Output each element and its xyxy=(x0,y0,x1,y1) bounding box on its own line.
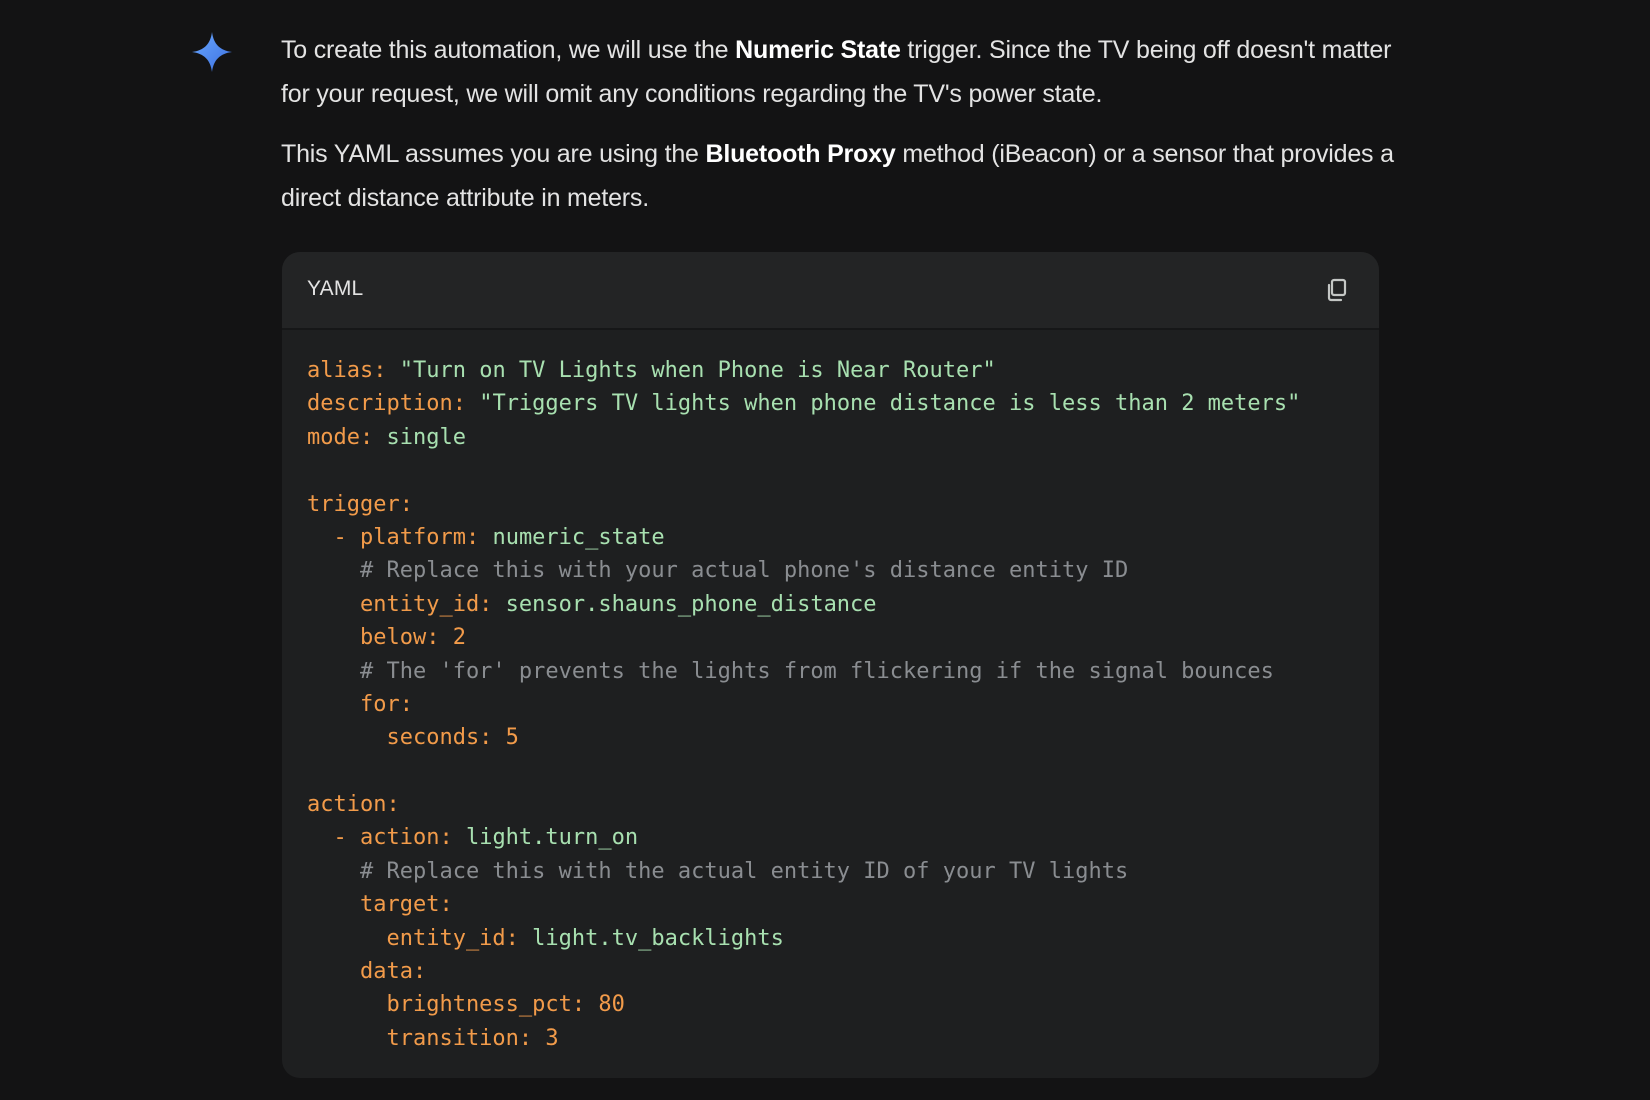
code-token: entity_id: xyxy=(307,925,519,951)
code-line: - platform: numeric_state xyxy=(307,521,1359,554)
code-line: seconds: 5 xyxy=(307,721,1359,754)
code-token: action: xyxy=(307,792,400,818)
code-line: data: xyxy=(307,955,1359,988)
code-token: data: xyxy=(307,959,427,985)
code-token: entity_id: xyxy=(307,591,493,617)
code-line: - action: light.turn_on xyxy=(307,821,1359,854)
code-token: brightness_pct: xyxy=(307,992,586,1018)
message-paragraph-1: To create this automation, we will use t… xyxy=(281,28,1401,116)
code-token: "Triggers TV lights when phone distance … xyxy=(465,391,1301,417)
code-line: action: xyxy=(307,788,1359,821)
code-token: seconds: xyxy=(307,725,493,751)
code-token: # Replace this with the actual entity ID… xyxy=(307,858,1129,884)
code-line: brightness_pct: 80 xyxy=(307,988,1359,1021)
code-token: mode: xyxy=(307,424,374,450)
code-line: below: 2 xyxy=(307,621,1359,654)
code-token: transition: xyxy=(307,1025,533,1051)
message-text: To create this automation, we will use t… xyxy=(281,36,736,64)
code-token: description: xyxy=(307,391,466,417)
code-token: numeric_state xyxy=(479,524,665,550)
code-line: target: xyxy=(307,888,1359,921)
code-line: mode: single xyxy=(307,421,1359,454)
code-token: for: xyxy=(307,691,413,717)
code-token: light.turn_on xyxy=(452,825,639,851)
emphasis-text: Numeric State xyxy=(735,36,901,64)
code-line: # The 'for' prevents the lights from fli… xyxy=(307,655,1359,688)
code-token: 2 xyxy=(439,625,466,651)
code-line: for: xyxy=(307,688,1359,721)
code-content: alias: "Turn on TV Lights when Phone is … xyxy=(307,354,1359,1055)
code-token: platform: xyxy=(359,524,480,550)
code-line: alias: "Turn on TV Lights when Phone is … xyxy=(307,354,1359,387)
code-token: 80 xyxy=(585,992,625,1018)
code-token: target: xyxy=(307,892,453,918)
code-line: entity_id: light.tv_backlights xyxy=(307,922,1359,955)
code-line: transition: 3 xyxy=(307,1022,1359,1055)
code-token: sensor.shauns_phone_distance xyxy=(492,591,877,617)
message-paragraph-2: This YAML assumes you are using the Blue… xyxy=(281,132,1401,220)
emphasis-text: Bluetooth Proxy xyxy=(705,140,896,168)
code-line: trigger: xyxy=(307,488,1359,521)
code-token: light.tv_backlights xyxy=(518,925,784,951)
assistant-message: To create this automation, we will use t… xyxy=(281,28,1401,220)
copy-icon[interactable] xyxy=(1323,276,1351,304)
code-token: trigger: xyxy=(307,491,413,517)
code-line: entity_id: sensor.shauns_phone_distance xyxy=(307,588,1359,621)
code-line: # Replace this with the actual entity ID… xyxy=(307,855,1359,888)
code-line: description: "Triggers TV lights when ph… xyxy=(307,387,1359,420)
code-token: 3 xyxy=(532,1025,559,1051)
code-token: 5 xyxy=(492,725,519,751)
code-token: action: xyxy=(359,825,453,851)
code-token: alias: xyxy=(307,358,387,383)
code-token: "Turn on TV Lights when Phone is Near Ro… xyxy=(386,358,996,383)
gemini-spark-icon xyxy=(192,32,232,72)
code-line: # Replace this with your actual phone's … xyxy=(307,554,1359,587)
code-token: below: xyxy=(307,625,440,651)
code-token: - xyxy=(307,524,360,550)
code-token: # Replace this with your actual phone's … xyxy=(307,558,1129,584)
code-token: # The 'for' prevents the lights from fli… xyxy=(307,658,1274,684)
message-text: This YAML assumes you are using the xyxy=(281,140,706,168)
code-token: - xyxy=(307,825,360,851)
code-language-label: YAML xyxy=(307,277,364,300)
code-block-header: YAML xyxy=(282,252,1379,330)
code-block: YAML alias: "Turn on TV Lights when Phon… xyxy=(282,252,1379,1078)
code-token: single xyxy=(373,424,466,450)
